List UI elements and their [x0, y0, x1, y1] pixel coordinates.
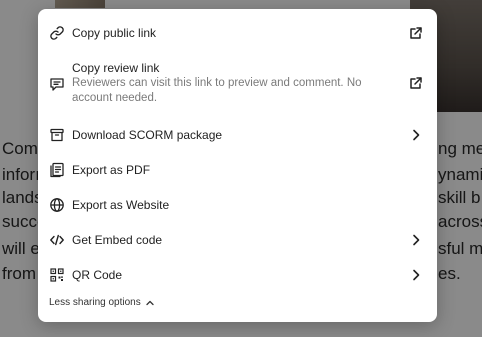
menu-item-label: Export as Website: [72, 198, 170, 212]
menu-item-description: Reviewers can visit this link to preview…: [72, 77, 362, 104]
pdf-icon: [49, 162, 65, 178]
globe-icon: [49, 197, 65, 213]
menu-item-label: Download SCORM package: [72, 128, 223, 142]
menu-item-qr-code[interactable]: QR Code: [38, 265, 437, 285]
menu-item-get-embed-code[interactable]: Get Embed code: [38, 230, 437, 250]
qr-code-icon: [49, 267, 65, 283]
chevron-right-icon: [409, 268, 423, 282]
menu-item-label: Export as PDF: [72, 163, 151, 177]
menu-item-label: Copy review link: [72, 61, 160, 75]
code-icon: [49, 232, 65, 248]
menu-item-label: Copy public link: [72, 26, 157, 40]
chevron-right-icon: [409, 128, 423, 142]
menu-item-copy-public-link[interactable]: Copy public link: [38, 23, 437, 43]
external-link-icon: [409, 76, 423, 90]
menu-item-export-pdf[interactable]: Export as PDF: [38, 160, 437, 180]
sharing-menu: Copy public link Copy review link Review…: [38, 9, 437, 322]
comment-icon: [49, 76, 65, 92]
less-sharing-options-toggle[interactable]: Less sharing options: [49, 297, 155, 308]
menu-item-export-website[interactable]: Export as Website: [38, 195, 437, 215]
menu-item-label: QR Code: [72, 268, 123, 282]
external-link-icon: [409, 26, 423, 40]
menu-item-download-scorm[interactable]: Download SCORM package: [38, 125, 437, 145]
menu-item-copy-review-link[interactable]: Copy review link Reviewers can visit thi…: [38, 59, 437, 109]
menu-item-label: Get Embed code: [72, 233, 163, 247]
archive-icon: [49, 127, 65, 143]
link-icon: [49, 25, 65, 41]
chevron-right-icon: [409, 233, 423, 247]
chevron-up-icon: [145, 298, 155, 308]
less-sharing-options-label: Less sharing options: [49, 297, 141, 308]
